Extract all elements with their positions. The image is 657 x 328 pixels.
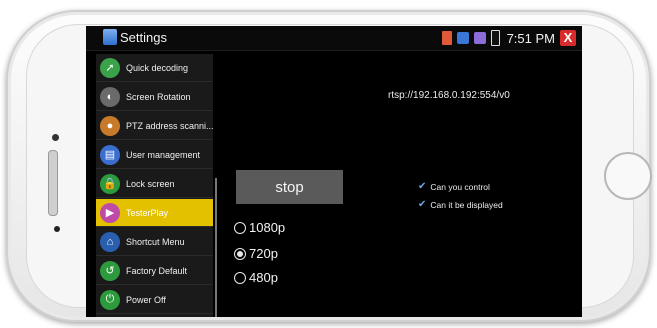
app-title: Settings bbox=[120, 30, 167, 45]
menu-item-label: Shortcut Menu bbox=[126, 236, 185, 247]
front-camera bbox=[52, 134, 59, 141]
menu-scrollbar[interactable] bbox=[215, 178, 217, 317]
menu-item-testerplay[interactable]: ▶ TesterPlay bbox=[96, 199, 213, 227]
power-icon: ⏻ bbox=[100, 289, 120, 310]
checkbox-label: Can you control bbox=[430, 181, 490, 192]
stop-button[interactable]: stop bbox=[236, 170, 343, 204]
earpiece-speaker bbox=[48, 150, 58, 216]
network-icon bbox=[456, 32, 469, 44]
status-icons: 7:51 PM X bbox=[441, 29, 576, 47]
reset-icon: ↺ bbox=[100, 260, 120, 281]
settings-app-icon bbox=[103, 29, 117, 45]
menu-item-label: User management bbox=[126, 149, 201, 160]
menu-item-label: Quick decoding bbox=[126, 62, 189, 73]
settings-menu: ➚ Quick decoding ◐ Screen Rotation ● PTZ… bbox=[96, 54, 213, 317]
menu-item-ptz-address-scanning[interactable]: ● PTZ address scanni... bbox=[96, 112, 213, 140]
radio-480p[interactable]: 480p bbox=[234, 270, 278, 285]
rotation-icon: ◐ bbox=[100, 86, 120, 107]
radio-button[interactable] bbox=[234, 221, 246, 234]
radio-label: 480p bbox=[249, 270, 278, 285]
checkmark-icon: ✔ bbox=[418, 181, 427, 192]
menu-item-power-off[interactable]: ⏻ Power Off bbox=[96, 286, 213, 314]
battery-icon bbox=[490, 30, 500, 46]
menu-item-label: Factory Default bbox=[126, 265, 188, 276]
radio-720p[interactable]: 720p bbox=[234, 246, 278, 261]
radio-button[interactable] bbox=[234, 271, 246, 284]
shortcut-icon: ⌂ bbox=[100, 231, 120, 252]
home-button[interactable] bbox=[604, 152, 652, 200]
radio-label: 1080p bbox=[249, 220, 286, 235]
status-clock: 7:51 PM bbox=[506, 30, 555, 46]
proximity-sensor bbox=[54, 226, 60, 232]
menu-item-factory-default[interactable]: ↺ Factory Default bbox=[96, 257, 213, 285]
menu-item-label: Power Off bbox=[126, 294, 166, 305]
sd-card-icon bbox=[441, 31, 452, 45]
menu-item-quick-decoding[interactable]: ➚ Quick decoding bbox=[96, 54, 213, 82]
radio-1080p[interactable]: 1080p bbox=[234, 220, 285, 235]
menu-item-label: Screen Rotation bbox=[126, 91, 191, 102]
play-icon: ▶ bbox=[100, 202, 120, 223]
lock-icon: 🔒 bbox=[100, 173, 120, 194]
checkmark-icon: ✔ bbox=[418, 199, 427, 210]
radio-label: 720p bbox=[249, 246, 278, 261]
close-icon[interactable]: X bbox=[560, 30, 576, 46]
menu-item-lock-screen[interactable]: 🔒 Lock screen bbox=[96, 170, 213, 198]
stream-url: rtsp://192.168.0.192:554/v0 bbox=[388, 90, 510, 101]
menu-item-screen-rotation[interactable]: ◐ Screen Rotation bbox=[96, 83, 213, 111]
device-screen: Settings 7:51 PM X ➚ Quick decoding ◐ Sc… bbox=[86, 26, 582, 317]
menu-item-label: TesterPlay bbox=[126, 207, 169, 218]
menu-item-label: PTZ address scanni... bbox=[126, 120, 213, 131]
menu-item-shortcut-menu[interactable]: ⌂ Shortcut Menu bbox=[96, 228, 213, 256]
radio-button[interactable] bbox=[234, 247, 246, 260]
ptz-icon: ● bbox=[100, 115, 120, 136]
checkbox-label: Can it be displayed bbox=[430, 199, 503, 210]
menu-item-label: Lock screen bbox=[126, 178, 175, 189]
rocket-icon: ➚ bbox=[100, 57, 120, 78]
can-control-checkbox[interactable]: ✔ Can you control bbox=[418, 181, 490, 192]
usb-icon bbox=[473, 32, 486, 44]
status-bar: Settings 7:51 PM X bbox=[86, 26, 582, 51]
can-display-checkbox[interactable]: ✔ Can it be displayed bbox=[418, 199, 503, 210]
menu-item-user-management[interactable]: ▤ User management bbox=[96, 141, 213, 169]
user-icon: ▤ bbox=[100, 144, 120, 165]
